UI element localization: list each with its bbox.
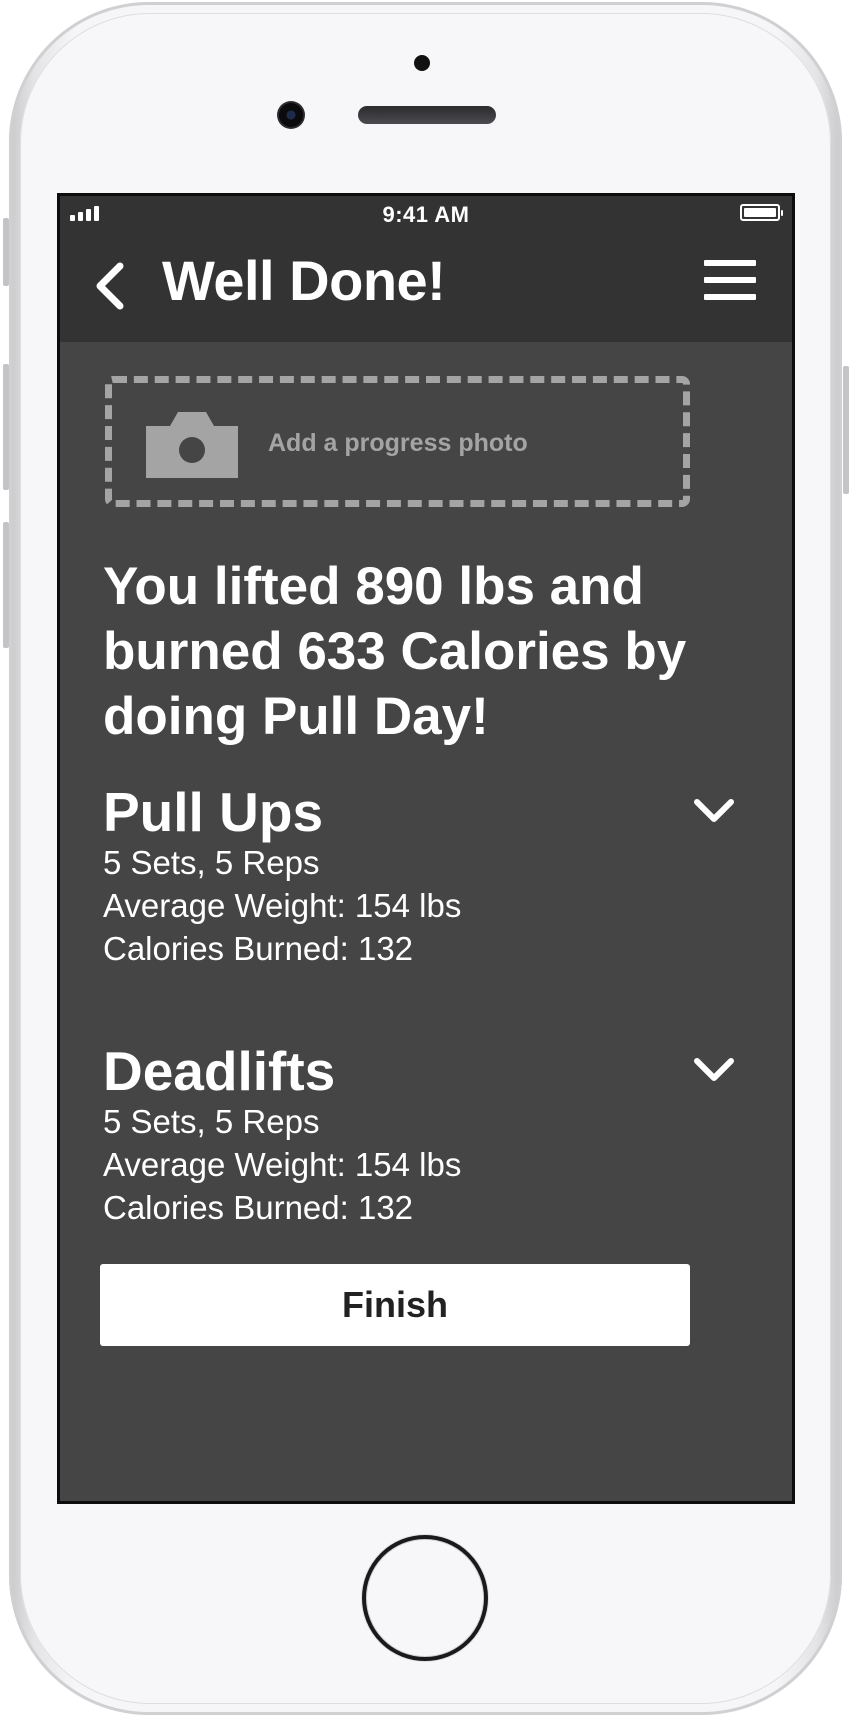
add-photo-label: Add a progress photo [268,429,528,457]
home-button[interactable] [362,1535,488,1661]
power-button [843,366,849,494]
status-bar: 9:41 AM [60,196,792,232]
page-title: Well Done! [162,249,446,312]
exercise-weight: Average Weight: 154 lbs [103,887,462,924]
exercise-sets: 5 Sets, 5 Reps [103,844,320,881]
exercise-name: Deadlifts [103,1040,336,1102]
menu-button[interactable] [704,260,756,304]
mute-switch [3,218,9,286]
exercise-card: Pull Ups 5 Sets, 5 Reps Average Weight: … [103,781,734,970]
proximity-sensor [414,55,430,71]
exercise-sets: 5 Sets, 5 Reps [103,1103,320,1140]
hamburger-menu-icon [704,260,756,266]
finish-button[interactable]: Finish [100,1264,690,1346]
app-header: 9:41 AM Well Done! [60,196,792,342]
add-progress-photo-button[interactable]: Add a progress photo [105,376,690,507]
exercise-weight: Average Weight: 154 lbs [103,1146,462,1183]
volume-down-button [3,522,9,648]
chevron-down-icon[interactable] [693,797,735,825]
earpiece-speaker [358,106,496,124]
camera-icon [146,412,238,478]
exercise-name: Pull Ups [103,781,324,843]
status-time: 9:41 AM [382,202,470,227]
front-camera-lens [277,101,305,129]
exercise-card: Deadlifts 5 Sets, 5 Reps Average Weight:… [103,1040,734,1229]
exercise-calories: Calories Burned: 132 [103,930,414,967]
battery-icon [740,204,783,221]
app-screen: 9:41 AM Well Done! Add a progress photo … [57,193,795,1504]
chevron-left-icon [96,262,124,310]
workout-summary: You lifted 890 lbs and burned 633 Calori… [103,557,687,746]
chevron-down-icon[interactable] [693,1056,735,1084]
back-button[interactable] [90,256,140,316]
exercise-calories: Calories Burned: 132 [103,1189,414,1226]
volume-up-button [3,364,9,490]
